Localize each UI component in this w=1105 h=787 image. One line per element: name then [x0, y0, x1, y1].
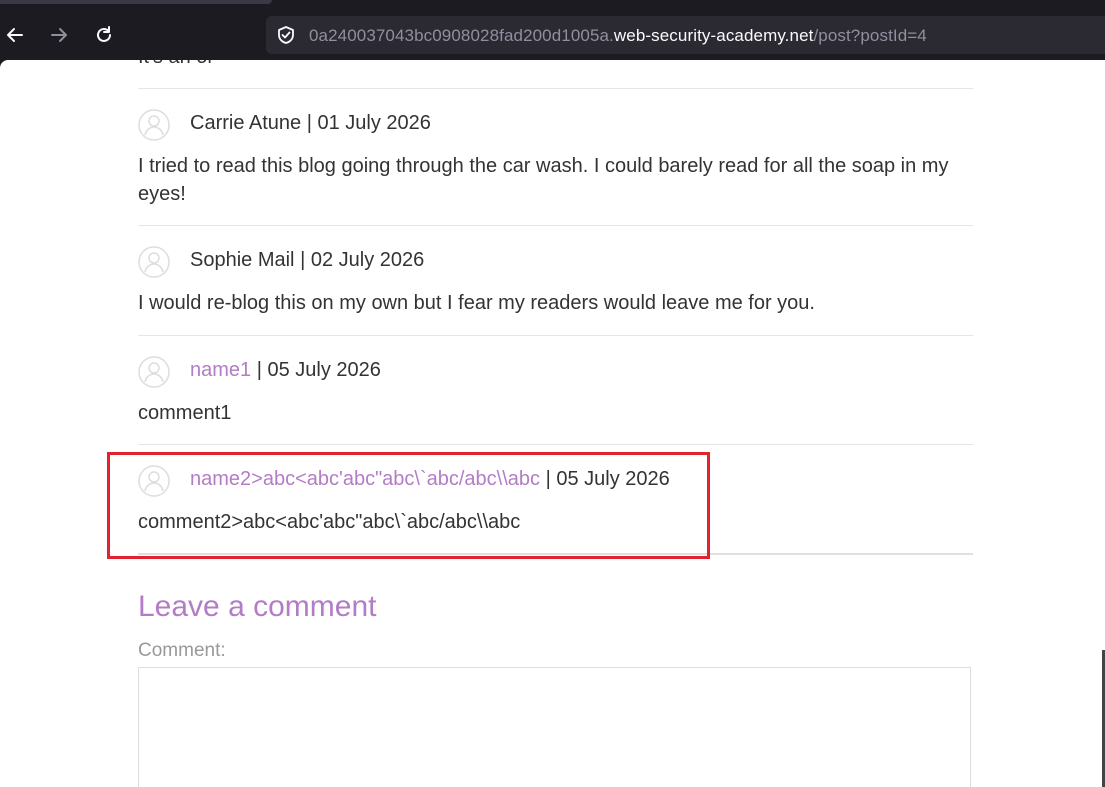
- comment-meta: name1 | 05 July 2026: [190, 359, 381, 382]
- previous-comment-text: It's an or: [138, 60, 214, 69]
- active-tab-edge[interactable]: [0, 0, 272, 4]
- url-host: web-security-academy.net: [613, 26, 814, 45]
- url-subdomain: 0a240037043bc0908028fad200d1005a.: [309, 26, 614, 45]
- comment-author: Sophie Mail: [190, 249, 295, 271]
- address-bar[interactable]: 0a240037043bc0908028fad200d1005a.web-sec…: [266, 16, 1105, 54]
- page-viewport: It's an or Carrie Atune | 01 July 2026 I…: [0, 60, 1105, 787]
- comment-date: | 05 July 2026: [251, 359, 381, 381]
- comment-text: comment1: [138, 402, 232, 424]
- leave-comment-heading: Leave a comment: [138, 590, 377, 623]
- arrow-right-icon: [51, 28, 67, 42]
- comment-meta: Carrie Atune | 01 July 2026: [190, 112, 431, 135]
- comment-text: I tried to read this blog going through …: [138, 155, 949, 205]
- avatar-icon: [138, 356, 170, 388]
- comment-item: name1 | 05 July 2026 comment1: [138, 335, 973, 444]
- comment-date: | 01 July 2026: [301, 112, 431, 134]
- avatar-icon: [138, 109, 170, 141]
- comment-text: I would re-blog this on my own but I fea…: [138, 292, 815, 314]
- comment-item: Carrie Atune | 01 July 2026 I tried to r…: [138, 88, 973, 225]
- reload-icon: [97, 26, 111, 42]
- comment-author: Carrie Atune: [190, 112, 302, 134]
- reload-button[interactable]: [91, 22, 117, 48]
- forward-button[interactable]: [46, 22, 72, 48]
- annotation-highlight-box: [107, 452, 710, 559]
- comment-label: Comment:: [138, 640, 226, 661]
- shield-icon[interactable]: [276, 25, 296, 45]
- comment-item: Sophie Mail | 02 July 2026 I would re-bl…: [138, 225, 973, 335]
- comment-date: | 02 July 2026: [294, 249, 425, 271]
- avatar-icon: [138, 246, 170, 278]
- url-path: /post?postId=4: [813, 26, 927, 45]
- browser-toolbar: 0a240037043bc0908028fad200d1005a.web-sec…: [0, 0, 1105, 60]
- comment-author-link[interactable]: name1: [190, 359, 251, 381]
- back-button[interactable]: [2, 22, 28, 48]
- comment-textarea[interactable]: [138, 667, 971, 787]
- comment-meta: Sophie Mail | 02 July 2026: [190, 249, 424, 272]
- arrow-left-icon: [7, 28, 23, 42]
- url-text[interactable]: 0a240037043bc0908028fad200d1005a.web-sec…: [309, 26, 927, 46]
